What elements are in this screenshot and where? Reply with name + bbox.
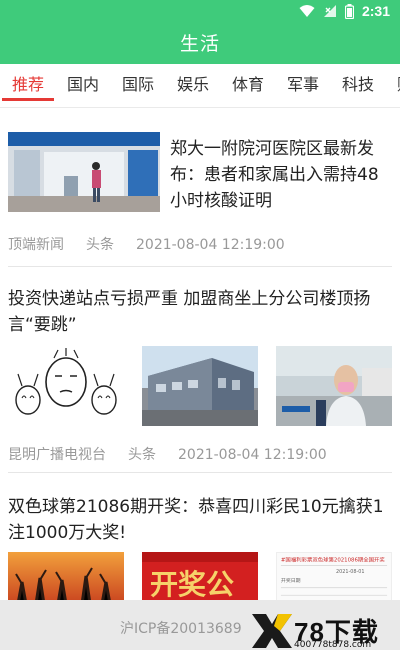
category-tabs: 推荐 国内 国际 娱乐 体育 军事 科技 财 [0, 64, 400, 108]
status-bar: 2:31 [0, 0, 400, 24]
doc-date-text: 2021-08-01 [336, 569, 365, 575]
x-logo-icon [252, 614, 292, 648]
divider [8, 472, 392, 473]
news-thumbnail [8, 552, 124, 600]
news-thumbnail [276, 346, 392, 426]
news-title[interactable]: 投资快递站点亏损严重 加盟商坐上分公司楼顶扬言“要跳” [8, 286, 392, 338]
watermark-url: 400778t878.com [294, 640, 372, 650]
news-thumbnail [8, 132, 160, 212]
news-thumbnail: #国福利彩票双色球第2021086期全国开奖 2021-08-01 开奖日期 [276, 552, 392, 600]
tab-military[interactable]: 军事 [287, 64, 319, 107]
news-title[interactable]: 双色球第21086期开奖：恭喜四川彩民10元擒获1注1000万大奖! [8, 494, 392, 546]
clock: 2:31 [361, 3, 390, 19]
signal-icon [323, 5, 336, 17]
news-source: 昆明广播电视台 [8, 447, 106, 463]
news-feed[interactable]: 郑大一附院河医院区最新发布：患者和家属出入需持48小时核酸证明 顶端新闻 头条 20… [0, 110, 400, 600]
news-thumbnail: 开奖公 [142, 552, 258, 600]
active-tab-indicator [2, 98, 54, 101]
tab-domestic[interactable]: 国内 [67, 64, 99, 107]
news-time: 2021-08-04 12:19:00 [136, 237, 285, 253]
battery-icon [344, 3, 354, 19]
icp-license: 沪ICP备20013689 [120, 621, 242, 637]
news-tag: 头条 [128, 447, 156, 463]
lottery-banner-text: 开奖公 [150, 568, 234, 600]
news-meta: 昆明广播电视台 头条 2021-08-04 12:19:00 [8, 444, 349, 464]
news-item[interactable]: 双色球第21086期开奖：恭喜四川彩民10元擒获1注1000万大奖! 开奖公 #… [8, 494, 392, 600]
tab-technology[interactable]: 科技 [342, 64, 374, 107]
news-item[interactable]: 郑大一附院河医院区最新发布：患者和家属出入需持48小时核酸证明 顶端新闻 头条 20… [8, 132, 392, 253]
news-tag: 头条 [86, 237, 114, 253]
doc-header-text: #国福利彩票双色球第2021086期全国开奖 [281, 556, 386, 564]
status-icons: 2:31 [299, 3, 390, 19]
divider [8, 266, 392, 267]
tab-entertainment[interactable]: 娱乐 [177, 64, 209, 107]
news-meta: 顶端新闻 头条 2021-08-04 12:19:00 [8, 234, 307, 254]
news-title[interactable]: 郑大一附院河医院区最新发布：患者和家属出入需持48小时核酸证明 [170, 136, 390, 214]
wifi-icon [299, 5, 315, 17]
app-header: 生活 [0, 24, 400, 64]
page-title: 生活 [179, 33, 220, 55]
news-thumbnail [142, 346, 258, 426]
tab-international[interactable]: 国际 [122, 64, 154, 107]
tab-sports[interactable]: 体育 [232, 64, 264, 107]
news-thumbnail [8, 346, 124, 426]
news-item[interactable]: 投资快递站点亏损严重 加盟商坐上分公司楼顶扬言“要跳” 昆明广播电视台 头条 2… [8, 286, 392, 466]
watermark: 78下载 400778t878.com [248, 612, 400, 650]
news-source: 顶端新闻 [8, 237, 64, 253]
tab-recommend[interactable]: 推荐 [12, 64, 44, 107]
news-time: 2021-08-04 12:19:00 [178, 447, 327, 463]
doc-label-text: 开奖日期 [281, 577, 301, 584]
